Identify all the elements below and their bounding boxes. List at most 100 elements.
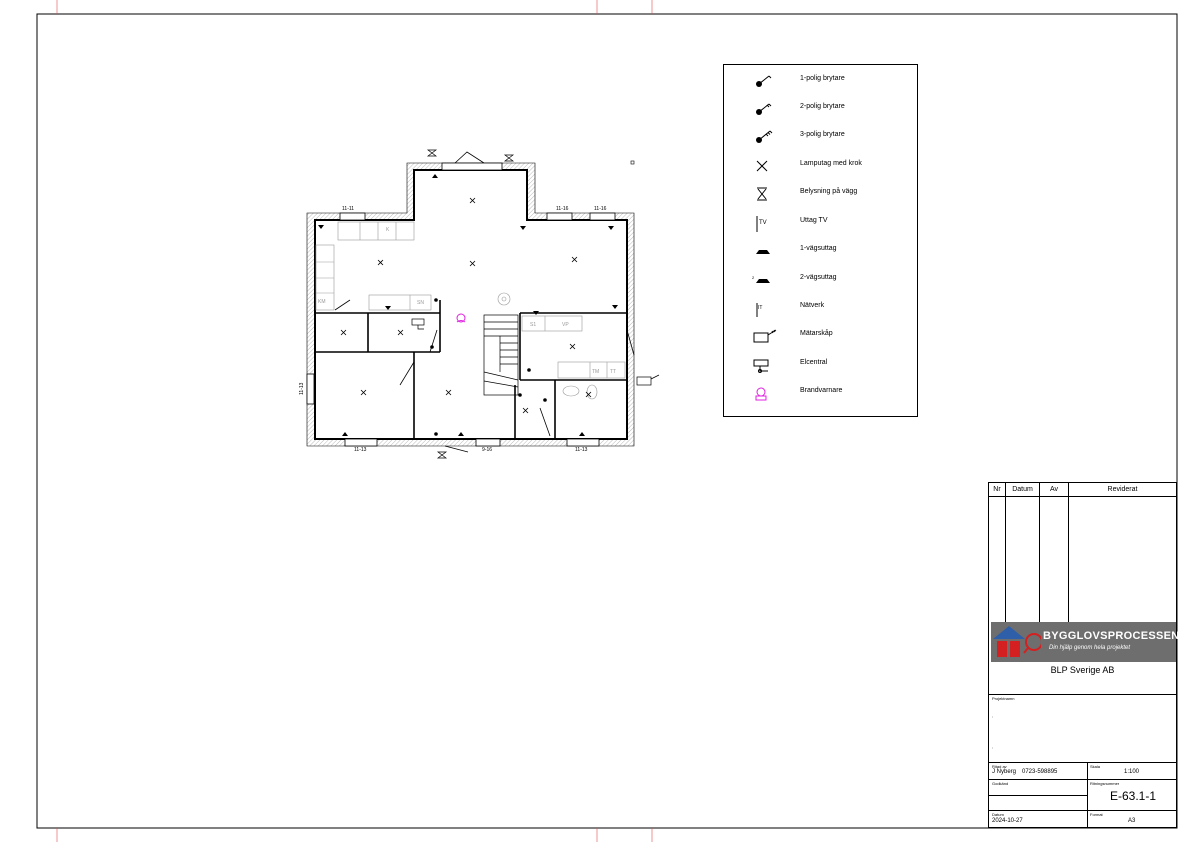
drawing-number: E-63.1-1 [1110,789,1157,803]
divider [989,694,1176,695]
drawing-number-label: Ritningsnummer [1090,781,1120,786]
project-label: Projektnamn [992,696,1015,701]
electrical-panel-icon [753,359,769,373]
legend-label: 3-polig brytare [800,131,845,138]
switch-1pole-icon [756,75,772,87]
symbol-legend: 1-polig brytare 2-polig brytare 3-polig … [723,64,918,417]
floor-plan: 11-11 11-16 11-16 11-13 11-13 9-16 11-13… [299,149,660,459]
smoke-detector [456,313,466,323]
room-label: VP [562,322,569,328]
field-marker: : [992,745,994,750]
svg-text:TV: TV [759,220,767,226]
lamp-hook-icon [756,160,768,172]
dim-label: 11-16 [556,206,569,212]
format: A3 [1128,818,1136,824]
legend-item: Brandvarnare [724,378,919,406]
electrical-panel [411,318,425,330]
dim-label: 11-13 [575,447,588,453]
wall-light-icon [757,187,767,201]
interior-walls [315,300,627,439]
legend-item: 1-vägsuttag [724,236,919,264]
divider [989,779,1176,780]
legend-label: 2-polig brytare [800,103,845,110]
legend-item: 2-polig brytare [724,94,919,122]
divider [989,810,1176,811]
logo-title: BYGGLOVSPROCESSEN [1043,630,1180,642]
divider [1087,762,1088,779]
dim-label: 11-16 [594,206,607,212]
tv-outlet-icon: TV [756,216,767,232]
legend-item: 3-polig brytare [724,122,919,150]
divider [989,795,1087,796]
small-marker [630,160,635,165]
dim-label: 11-11 [342,206,354,212]
legend-label: 1-vägsuttag [800,245,837,252]
kitchen-fixtures [315,221,626,400]
phone: 0723-598895 [1022,769,1058,775]
rev-header-nr: Nr [989,483,1006,497]
room-label: TT [610,369,616,375]
rev-column-line [1068,496,1069,622]
legend-item: TV Uttag TV [724,208,919,236]
rev-header-datum: Datum [1006,483,1040,497]
company-name: BLP Sverige AB [1050,665,1115,675]
legend-label: 2-vägsuttag [800,274,837,281]
switches [430,298,547,436]
legend-item: 1-polig brytare [724,66,919,94]
approved-label: Godkänd [992,781,1009,786]
scale: 1:100 [1124,769,1140,775]
legend-item: Belysning på vägg [724,179,919,207]
switch-3pole-icon [756,130,773,143]
legend-label: Nätverk [800,302,825,309]
drawn-by: J Nyberg [992,769,1017,775]
room-label: TM [592,369,599,375]
outlet-2way-icon: 2 [752,275,770,283]
rev-header-reviderat: Reviderat [1069,483,1176,497]
divider [1087,779,1088,828]
legend-item: Elcentral [724,350,919,378]
title-block: Nr Datum Av Reviderat BYGGLOVSPROCESSEN … [988,482,1179,828]
network-outlet-icon: IT [756,303,762,317]
outer-wall-hatch [306,162,635,447]
rev-column-line [1039,496,1040,622]
room-label: KM [318,299,326,305]
legend-item: IT Nätverk [724,293,919,321]
field-marker: : [992,714,994,719]
dim-label: 11-13 [299,382,305,395]
legend-label: Belysning på vägg [800,188,858,195]
logo-subtitle: Din hjälp genom hela projektet [1049,645,1131,651]
legend-label: Elcentral [800,359,828,366]
legend-item: Lamputag med krok [724,151,919,179]
staircase [483,314,519,396]
rev-header-av: Av [1040,483,1069,497]
outlet-1way-icon [756,250,770,254]
switch-2pole-icon [756,103,772,115]
inner-wall [314,169,628,440]
dim-label: 9-16 [482,447,492,453]
house-logo-icon [993,626,1041,657]
meter-cabinet [636,374,660,386]
scale-label: Skala [1090,764,1101,769]
format-label: Format [1090,812,1103,817]
company-logo: BYGGLOVSPROCESSEN Din hjälp genom hela p… [991,622,1179,662]
legend-item: Mätarskåp [724,321,919,349]
doors [334,151,635,453]
smoke-detector-icon [755,387,767,401]
room-label: SN [417,300,424,306]
date-label: Datum [992,812,1004,817]
legend-label: Uttag TV [800,217,828,224]
legend-label: Mätarskåp [800,330,833,337]
meter-cabinet-icon [753,329,777,343]
legend-label: Lamputag med krok [800,160,862,167]
room-label: S1 [530,322,536,328]
legend-label: 1-polig brytare [800,75,845,82]
svg-text:2: 2 [752,275,755,280]
date: 2024-10-27 [992,818,1023,824]
divider [989,762,1176,763]
legend-item: 2 2-vägsuttag [724,265,919,293]
dim-label: 11-13 [354,447,367,453]
svg-text:IT: IT [758,305,762,311]
legend-label: Brandvarnare [800,387,843,394]
rev-column-line [1005,496,1006,622]
sheet-ticks [56,0,653,842]
